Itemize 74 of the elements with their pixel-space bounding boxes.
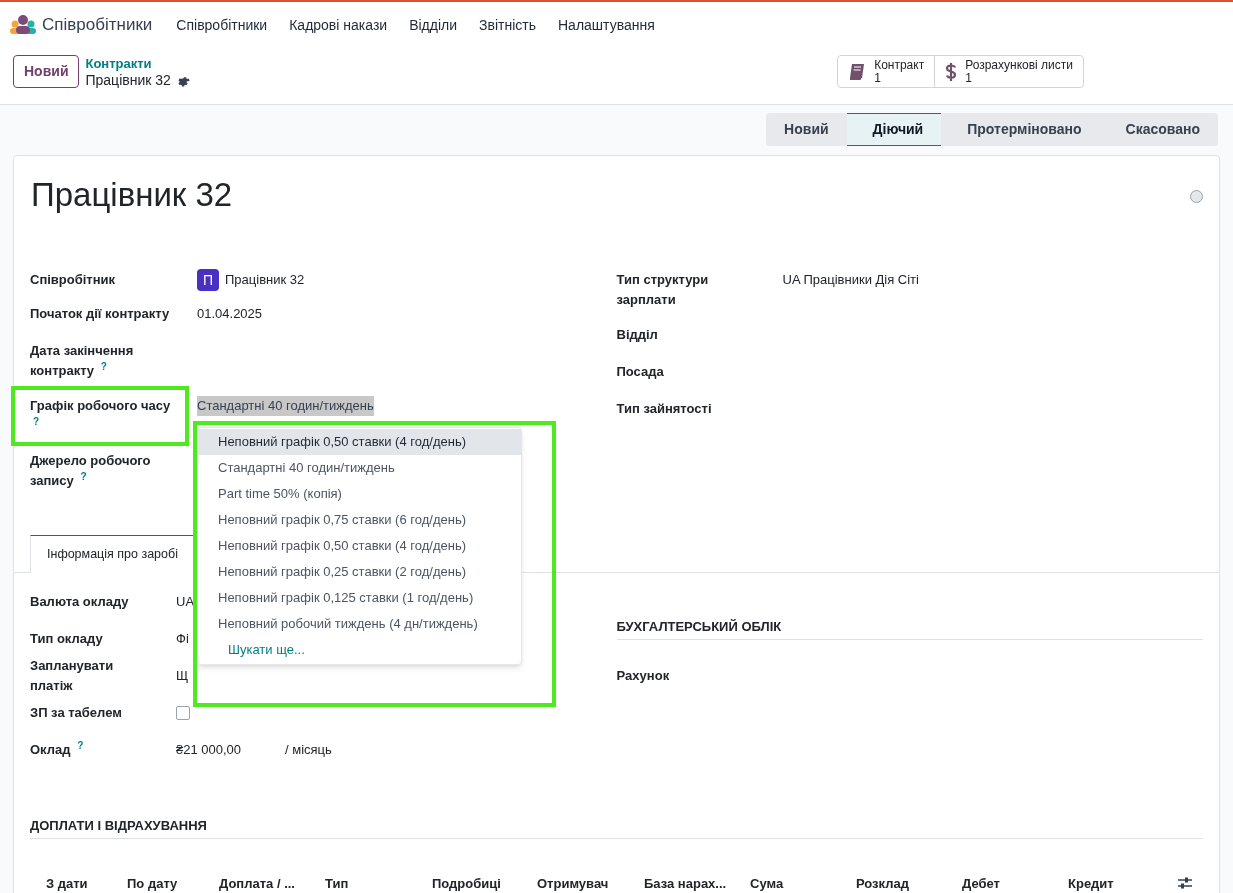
column-header[interactable]: Доплата / ... xyxy=(219,875,295,891)
book-icon xyxy=(848,62,867,81)
section-heading: БУХГАЛТЕРСЬКИЙ ОБЛІК xyxy=(616,619,782,634)
field-value: 01.04.2025 xyxy=(197,305,263,324)
smart-button[interactable]: Розрахункові листи 1 xyxy=(934,56,1083,87)
menu-item[interactable]: Співробітники xyxy=(176,14,268,36)
column-header[interactable]: Тип xyxy=(325,875,349,891)
menu-item[interactable]: Відділи xyxy=(409,14,458,36)
column-header[interactable]: Отримувач xyxy=(537,875,609,891)
field-label: Співробітник xyxy=(30,271,117,289)
status-stage[interactable]: Протерміновано xyxy=(941,113,1100,146)
settings-icon[interactable] xyxy=(176,74,190,87)
smart-button-label: Розрахункові листи xyxy=(965,58,1073,72)
menu-item[interactable]: Кадрові накази xyxy=(289,14,388,36)
field-label: Запланувати платіж xyxy=(30,657,115,695)
smart-button-count: 1 xyxy=(874,71,881,85)
menu-item[interactable]: Звітність xyxy=(479,14,536,36)
breadcrumb-link[interactable]: Контракти xyxy=(85,55,190,72)
column-header[interactable]: Подробиці xyxy=(432,875,501,891)
status-stage[interactable]: Скасовано xyxy=(1099,113,1218,146)
column-settings-icon[interactable] xyxy=(1177,876,1193,890)
column-header[interactable]: База нарах... xyxy=(644,875,727,891)
dropdown-option[interactable]: Part time 50% (копія) xyxy=(198,481,521,507)
dropdown-option[interactable]: Неповний графік 0,125 ставки (1 год/день) xyxy=(198,585,521,611)
field-value[interactable]: Стандартні 40 годин/тиждень xyxy=(197,396,374,416)
dropdown-option[interactable]: Неповний графік 0,25 ставки (2 год/день) xyxy=(198,559,521,585)
column-header[interactable]: Сума xyxy=(750,875,784,891)
column-header[interactable]: Кредит xyxy=(1068,875,1114,891)
field-label: Джерело робочого запису $^{?}$ xyxy=(30,452,152,490)
notebook-tab[interactable]: Інформація про заробі xyxy=(30,535,196,573)
avatar: П xyxy=(197,269,219,291)
search-more-link[interactable]: Шукати ще... xyxy=(228,640,305,660)
field-value: UA Працівники Дія Сіті xyxy=(782,271,919,289)
field-value: ₴21 000,00 xyxy=(176,740,243,759)
dropdown-option[interactable]: Неповний графік 0,75 ставки (6 год/день) xyxy=(198,507,521,533)
checkbox[interactable] xyxy=(176,705,190,720)
status-stage[interactable]: Новий xyxy=(766,113,847,146)
column-header[interactable]: Дебет xyxy=(962,875,1000,891)
app-name[interactable]: Співробітники xyxy=(42,12,153,38)
unit-label: / місяць xyxy=(285,740,332,759)
column-header[interactable]: Розклад xyxy=(856,875,909,891)
dropdown-option[interactable]: Неповний графік 0,50 ставки (4 год/день) xyxy=(198,533,521,559)
dropdown-option[interactable]: Неповний графік 0,50 ставки (4 год/день) xyxy=(198,429,521,455)
dollar-icon xyxy=(945,61,958,82)
column-header[interactable]: По дату xyxy=(127,875,178,891)
field-label: Тип зайнятості xyxy=(616,400,713,418)
field-label: Тип структури зарплати xyxy=(616,271,710,309)
record-name: Працівник 32 xyxy=(85,72,171,89)
field-value: Щ xyxy=(176,666,189,685)
field-label: Валюта окладу xyxy=(30,592,130,611)
smart-button[interactable]: Контракт 1 xyxy=(838,56,935,87)
app-logo-icon[interactable] xyxy=(10,14,36,36)
field-value: Фі xyxy=(176,629,189,648)
field-label: Відділ xyxy=(616,326,659,344)
dropdown-option[interactable]: Неповний робочий тиждень (4 дн/тиждень) xyxy=(198,611,521,637)
dropdown-option[interactable]: Стандартні 40 годин/тиждень xyxy=(198,455,521,481)
field-label: ЗП за табелем xyxy=(30,703,123,722)
smart-button-label: Контракт xyxy=(874,58,925,72)
field-label: Посада xyxy=(616,363,665,381)
field-label: Початок дії контракту xyxy=(30,305,171,323)
column-header[interactable]: З дати xyxy=(46,875,88,891)
field-label: Тип окладу xyxy=(30,629,104,648)
section-heading: ДОПЛАТИ І ВІДРАХУВАННЯ xyxy=(30,818,207,833)
status-stage[interactable]: Діючий xyxy=(846,113,942,146)
employee-link[interactable]: Працівник 32 xyxy=(225,270,305,290)
menu-item[interactable]: Налаштування xyxy=(558,14,655,36)
smart-button-count: 1 xyxy=(965,71,972,85)
record-title: Працівник 32 xyxy=(31,175,233,215)
new-button[interactable]: Новий xyxy=(13,55,80,88)
field-label: Дата закінчення контракту $^{?}$ xyxy=(30,342,135,380)
field-label: Рахунок xyxy=(616,667,670,685)
priority-toggle[interactable] xyxy=(1190,190,1203,203)
field-value: UA xyxy=(176,592,195,611)
field-label: Оклад $^{?}$ xyxy=(30,739,85,759)
